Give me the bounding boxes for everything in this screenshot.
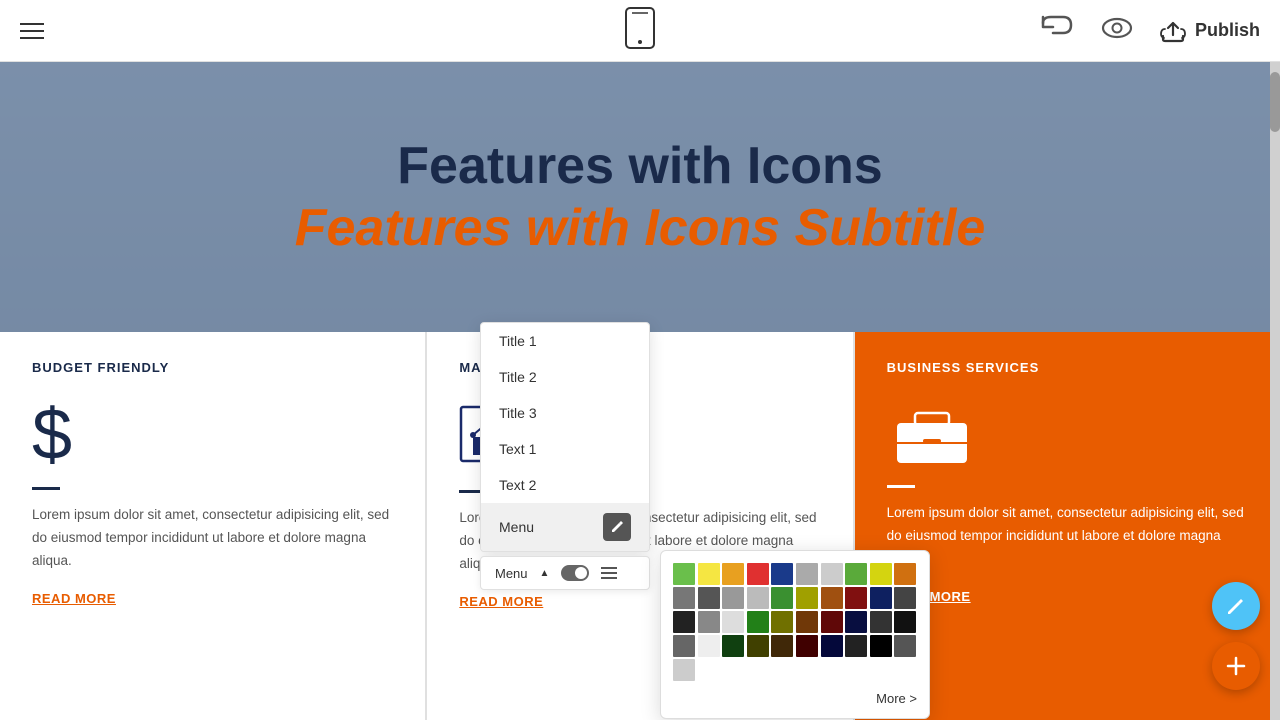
color-swatch[interactable] xyxy=(845,563,867,585)
color-swatch[interactable] xyxy=(771,611,793,633)
color-swatch[interactable] xyxy=(821,587,843,609)
edit-icon-button[interactable] xyxy=(603,513,631,541)
color-swatch[interactable] xyxy=(771,587,793,609)
dropdown-item-menu[interactable]: Menu xyxy=(481,503,649,551)
color-swatch[interactable] xyxy=(722,611,744,633)
color-swatch[interactable] xyxy=(673,659,695,681)
color-picker-more[interactable]: More > xyxy=(673,691,917,706)
scrollbar-thumb[interactable] xyxy=(1270,72,1280,132)
dropdown-item-title1[interactable]: Title 1 xyxy=(481,323,649,359)
color-swatch[interactable] xyxy=(796,635,818,657)
hero-title: Features with Icons xyxy=(397,135,882,197)
color-swatch[interactable] xyxy=(722,587,744,609)
toggle-switch[interactable] xyxy=(561,565,589,581)
color-swatch[interactable] xyxy=(771,563,793,585)
color-picker: More > xyxy=(660,550,930,719)
toolbar-right: Publish xyxy=(1039,13,1260,48)
toolbar: Publish xyxy=(0,0,1280,62)
dropdown-overlay: Title 1 Title 2 Title 3 Text 1 Text 2 Me… xyxy=(480,322,650,590)
color-swatch[interactable] xyxy=(845,635,867,657)
card-divider-line xyxy=(32,487,60,490)
canvas: Features with Icons Features with Icons … xyxy=(0,62,1280,720)
color-swatch[interactable] xyxy=(747,635,769,657)
color-swatch[interactable] xyxy=(698,635,720,657)
dropdown-item-title2[interactable]: Title 2 xyxy=(481,359,649,395)
menu-bar-label: Menu xyxy=(495,566,528,581)
fab-container xyxy=(1212,582,1260,690)
menu-bar: Menu ▲ xyxy=(480,556,650,590)
color-swatch[interactable] xyxy=(845,611,867,633)
hero-subtitle: Features with Icons Subtitle xyxy=(295,197,986,259)
color-swatch[interactable] xyxy=(894,611,916,633)
color-swatch[interactable] xyxy=(673,635,695,657)
hamburger-menu-icon[interactable] xyxy=(20,23,44,39)
color-swatch[interactable] xyxy=(796,563,818,585)
dropdown-item-title3[interactable]: Title 3 xyxy=(481,395,649,431)
toolbar-left xyxy=(20,23,44,39)
color-swatch[interactable] xyxy=(821,611,843,633)
mobile-view-icon[interactable] xyxy=(624,6,656,55)
undo-icon[interactable] xyxy=(1039,13,1075,48)
card-budget: BUDGET FRIENDLY $ Lorem ipsum dolor sit … xyxy=(0,332,425,720)
color-swatch[interactable] xyxy=(821,563,843,585)
card-budget-title: BUDGET FRIENDLY xyxy=(32,360,393,375)
lines-icon[interactable] xyxy=(601,567,617,579)
color-swatch[interactable] xyxy=(894,587,916,609)
card-budget-link[interactable]: READ MORE xyxy=(32,591,116,606)
card-business-title: BUSINESS SERVICES xyxy=(887,360,1248,375)
color-swatch[interactable] xyxy=(747,587,769,609)
color-swatch[interactable] xyxy=(698,563,720,585)
chevron-up-icon: ▲ xyxy=(540,568,550,579)
scrollbar[interactable] xyxy=(1270,62,1280,720)
hero-section: Features with Icons Features with Icons … xyxy=(0,62,1280,332)
card-budget-text: Lorem ipsum dolor sit amet, consectetur … xyxy=(32,504,393,573)
color-swatch[interactable] xyxy=(894,563,916,585)
color-swatch[interactable] xyxy=(870,563,892,585)
color-swatch[interactable] xyxy=(747,611,769,633)
color-swatch[interactable] xyxy=(796,611,818,633)
color-grid xyxy=(673,563,917,681)
color-swatch[interactable] xyxy=(722,563,744,585)
dropdown-item-text1[interactable]: Text 1 xyxy=(481,431,649,467)
color-swatch[interactable] xyxy=(722,635,744,657)
card-business-text: Lorem ipsum dolor sit amet, consectetur … xyxy=(887,502,1248,571)
color-swatch[interactable] xyxy=(870,587,892,609)
color-swatch[interactable] xyxy=(747,563,769,585)
briefcase-icon xyxy=(887,399,1248,469)
dropdown-menu: Title 1 Title 2 Title 3 Text 1 Text 2 Me… xyxy=(480,322,650,552)
publish-button[interactable]: Publish xyxy=(1159,19,1260,43)
color-swatch[interactable] xyxy=(870,635,892,657)
edit-fab-button[interactable] xyxy=(1212,582,1260,630)
color-swatch[interactable] xyxy=(845,587,867,609)
color-swatch[interactable] xyxy=(771,635,793,657)
color-swatch[interactable] xyxy=(673,563,695,585)
color-swatch[interactable] xyxy=(796,587,818,609)
color-swatch[interactable] xyxy=(894,635,916,657)
color-swatch[interactable] xyxy=(821,635,843,657)
card-market-link[interactable]: READ MORE xyxy=(459,594,543,609)
add-fab-button[interactable] xyxy=(1212,642,1260,690)
color-swatch[interactable] xyxy=(698,611,720,633)
color-swatch[interactable] xyxy=(698,587,720,609)
color-swatch[interactable] xyxy=(673,611,695,633)
preview-icon[interactable] xyxy=(1099,13,1135,48)
toolbar-center xyxy=(624,6,656,55)
card-divider-line-3 xyxy=(887,485,915,488)
color-swatch[interactable] xyxy=(673,587,695,609)
dollar-icon: $ xyxy=(32,399,393,471)
dropdown-item-text2[interactable]: Text 2 xyxy=(481,467,649,503)
publish-label: Publish xyxy=(1195,20,1260,41)
color-swatch[interactable] xyxy=(870,611,892,633)
